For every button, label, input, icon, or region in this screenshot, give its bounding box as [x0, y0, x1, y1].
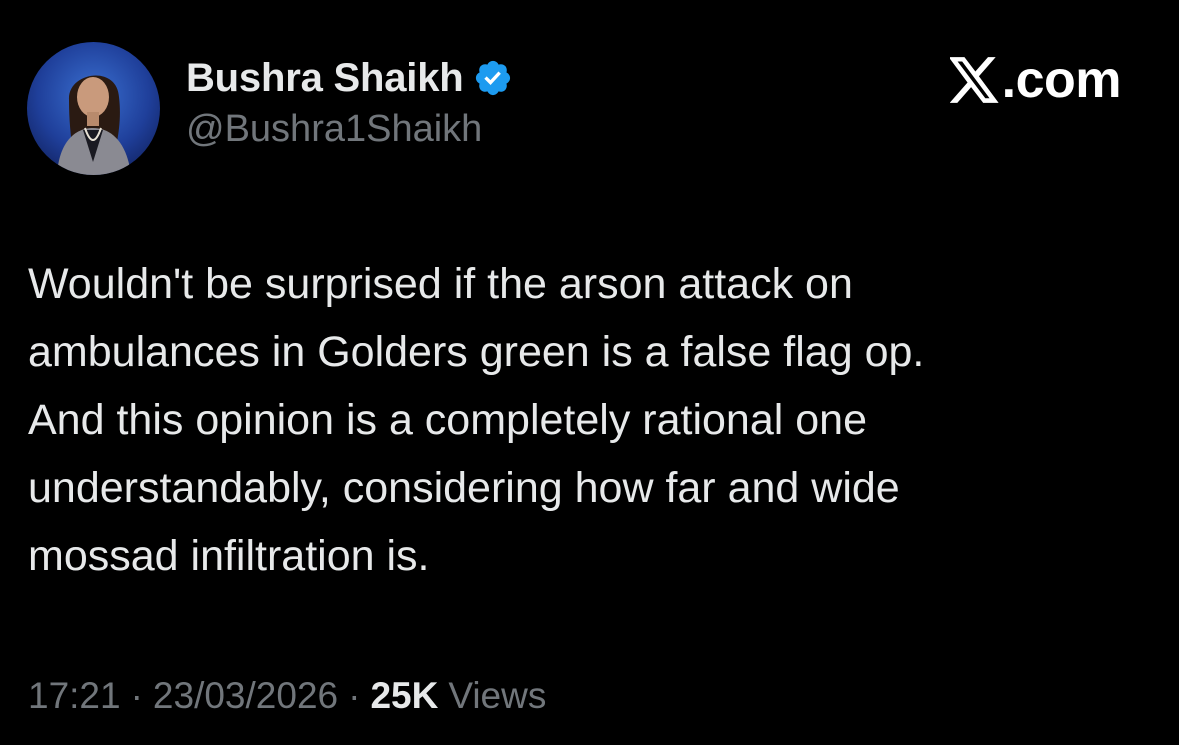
author-avatar[interactable] [27, 42, 160, 175]
views-count[interactable]: 25K [370, 675, 438, 717]
meta-separator: · [130, 675, 143, 716]
tweet-text-line: ambulances in Golders green is a false f… [28, 328, 925, 376]
verified-badge-icon [473, 58, 513, 98]
tweet-time[interactable]: 17:21 [28, 675, 121, 717]
author-display-name[interactable]: Bushra Shaikh [186, 56, 464, 101]
views-label[interactable]: Views [448, 675, 546, 717]
author-name-row: Bushra Shaikh [186, 52, 513, 104]
tweet-date[interactable]: 23/03/2026 [153, 675, 338, 717]
tweet-text-line: mossad infiltration is. [28, 532, 430, 580]
x-logo-icon [949, 57, 999, 103]
tweet-text-line: understandably, considering how far and … [28, 464, 900, 512]
profile-photo-icon [27, 42, 160, 175]
author-handle[interactable]: @Bushra1Shaikh [186, 108, 482, 151]
meta-separator: · [348, 675, 361, 716]
tweet-text-line: And this opinion is a completely rationa… [28, 396, 868, 444]
tweet-metadata: 17:21 · 23/03/2026 · 25K Views [28, 668, 546, 724]
brand-domain-text: .com [1001, 51, 1122, 109]
tweet-text-line: Wouldn't be surprised if the arson attac… [28, 260, 853, 308]
tweet-card: Bushra Shaikh @Bushra1Shaikh .com Wouldn… [0, 0, 1179, 745]
brand-watermark: .com [949, 50, 1122, 110]
tweet-text: Wouldn't be surprised if the arson attac… [28, 250, 1148, 590]
